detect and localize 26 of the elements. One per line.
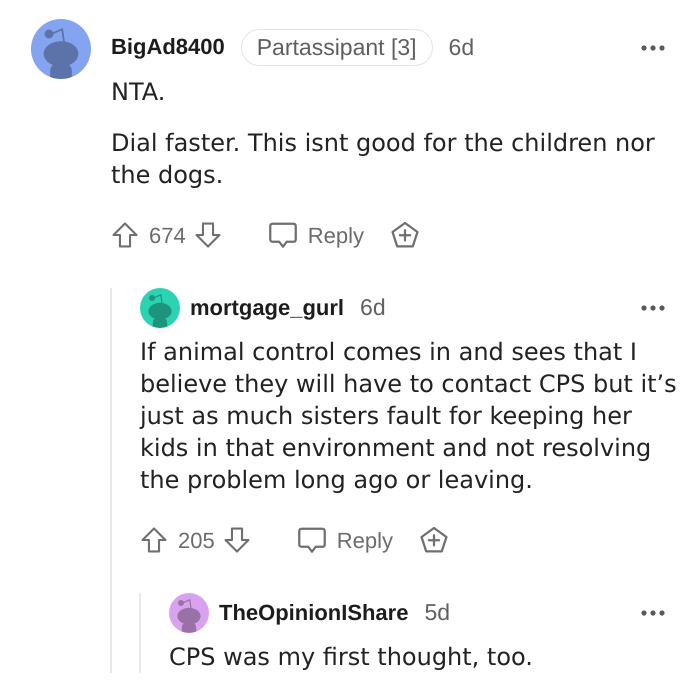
more-options-icon[interactable] [641, 44, 665, 50]
comment-text: CPS was my first thought, too. [169, 642, 534, 673]
user-flair: Partassipant [3] [240, 29, 433, 66]
speech-bubble-icon [268, 220, 298, 250]
username[interactable]: mortgage_gurl [190, 294, 344, 322]
speech-bubble-icon [296, 525, 327, 555]
comment-age: 6d [360, 294, 386, 322]
down-arrow-icon[interactable] [222, 526, 251, 554]
up-arrow-icon[interactable] [111, 221, 139, 249]
plus-icon[interactable] [418, 525, 449, 555]
comment-age: 5d [424, 599, 450, 627]
vote-count: 205 [178, 526, 215, 554]
more-options-icon[interactable] [641, 305, 665, 311]
down-arrow-icon[interactable] [194, 221, 222, 249]
reply-button[interactable]: Reply [268, 218, 364, 252]
comment-age: 6d [448, 34, 474, 62]
comment-text: NTA. [111, 77, 166, 108]
more-options-icon[interactable] [641, 610, 665, 616]
reply-button[interactable]: Reply [296, 524, 393, 556]
comment-text: Dial faster. This isnt good for the children nor the dogs. [111, 128, 656, 191]
username[interactable]: BigAd8400 [111, 34, 225, 61]
comment-text: If animal control comes in and sees that I believe they will have to contact CPS but it’s just as much sisters fault for keeping her kids in that environment and not resolving the problem long ago or leaving. [140, 337, 678, 496]
username[interactable]: TheOpinionIShare [219, 600, 408, 626]
plus-icon[interactable] [390, 220, 420, 250]
vote-count: 674 [149, 222, 186, 250]
up-arrow-icon[interactable] [140, 526, 168, 554]
